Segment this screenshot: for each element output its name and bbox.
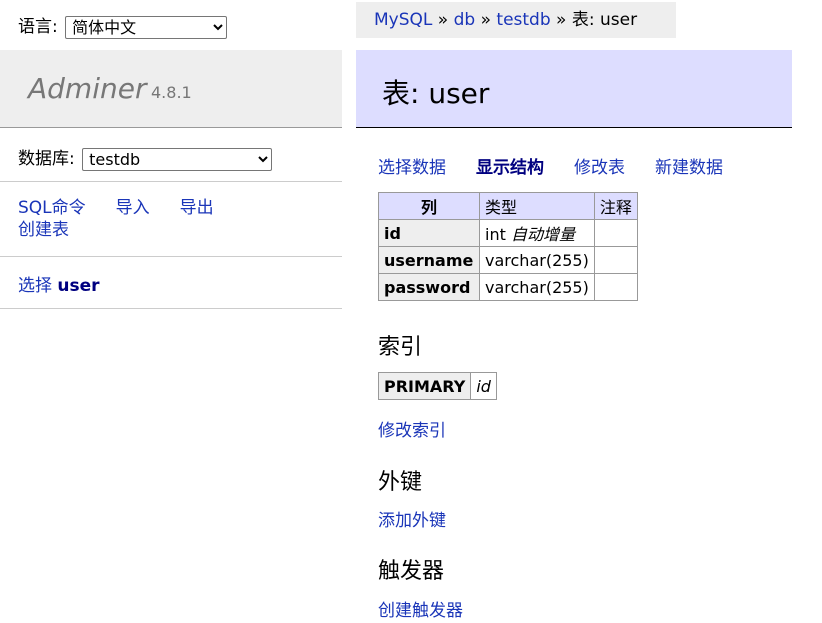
create-trigger-link[interactable]: 创建触发器 xyxy=(378,596,463,621)
table-row: password varchar(255) xyxy=(378,273,638,301)
create-table-link[interactable]: 创建表 xyxy=(18,220,69,240)
tab-new-item[interactable]: 新建数据 xyxy=(655,158,723,178)
table-header-row: 列 类型 注释 xyxy=(378,192,638,220)
indexes-heading: 索引 xyxy=(378,335,423,360)
index-column-name: id xyxy=(476,376,491,396)
tab-alter-table[interactable]: 修改表 xyxy=(574,158,625,178)
add-foreign-key-link[interactable]: 添加外键 xyxy=(378,506,446,531)
header-type: 类型 xyxy=(479,192,595,220)
select-table-link[interactable]: 选择 xyxy=(18,276,52,296)
index-columns: id xyxy=(470,372,497,400)
table-tabs: 选择数据 显示结构 修改表 新建数据 xyxy=(378,153,753,178)
table-row: username varchar(255) xyxy=(378,246,638,274)
export-link[interactable]: 导出 xyxy=(180,198,214,218)
tab-select-data[interactable]: 选择数据 xyxy=(378,158,446,178)
column-comment xyxy=(593,273,638,301)
language-select[interactable]: 简体中文 xyxy=(65,15,228,39)
divider xyxy=(0,256,342,257)
table-structure-link[interactable]: user xyxy=(57,276,99,296)
database-label: 数据库: xyxy=(18,149,75,169)
table-row: id int 自动增量 xyxy=(378,219,638,247)
page-title-box: 表: user xyxy=(356,50,792,128)
breadcrumb: MySQL » db » testdb » 表: user xyxy=(356,2,676,38)
triggers-heading: 触发器 xyxy=(378,559,445,584)
column-comment xyxy=(593,246,638,274)
table-list-item: 选择 user xyxy=(18,271,100,296)
column-comment xyxy=(593,219,638,247)
divider xyxy=(0,181,342,182)
index-type: PRIMARY xyxy=(377,372,472,400)
breadcrumb-server-link[interactable]: MySQL xyxy=(374,10,432,30)
divider xyxy=(0,308,342,309)
sql-command-link[interactable]: SQL命令 xyxy=(18,198,86,218)
language-label: 语言: xyxy=(18,17,58,37)
header-comment: 注释 xyxy=(593,192,638,220)
header-column: 列 xyxy=(378,192,480,220)
column-name: id xyxy=(378,219,480,247)
page-title: 表: user xyxy=(382,77,490,110)
import-link[interactable]: 导入 xyxy=(116,198,150,218)
breadcrumb-current: 表: user xyxy=(571,10,638,30)
columns-table: 列 类型 注释 id int 自动增量 username varchar(255… xyxy=(378,192,638,301)
breadcrumb-separator: » xyxy=(550,10,572,30)
breadcrumb-db-link[interactable]: db xyxy=(454,10,476,30)
indexes-table: PRIMARY id xyxy=(377,372,497,400)
adminer-version: 4.8.1 xyxy=(151,83,192,102)
breadcrumb-database-link[interactable]: testdb xyxy=(496,10,550,30)
breadcrumb-separator: » xyxy=(475,10,497,30)
table-row: PRIMARY id xyxy=(377,372,497,400)
column-name: username xyxy=(378,246,480,274)
database-selector-row: 数据库: testdb xyxy=(18,144,273,171)
column-extra: 自动增量 xyxy=(510,225,575,244)
foreign-keys-heading: 外键 xyxy=(378,470,423,495)
column-name: password xyxy=(378,273,480,301)
column-type: varchar(255) xyxy=(479,246,595,274)
database-select[interactable]: testdb xyxy=(82,147,273,171)
database-actions: SQL命令 导入 导出 创建表 xyxy=(18,197,214,241)
column-type: int xyxy=(485,225,506,244)
alter-indexes-link[interactable]: 修改索引 xyxy=(378,416,446,441)
column-type: varchar(255) xyxy=(479,273,595,301)
column-type-cell: int 自动增量 xyxy=(479,219,595,247)
adminer-logo-link[interactable]: Adminer xyxy=(28,72,146,105)
language-selector-row: 语言: 简体中文 xyxy=(18,12,228,39)
tab-show-structure: 显示结构 xyxy=(476,158,544,178)
logo-header: Adminer 4.8.1 xyxy=(0,50,342,128)
breadcrumb-separator: » xyxy=(432,10,454,30)
